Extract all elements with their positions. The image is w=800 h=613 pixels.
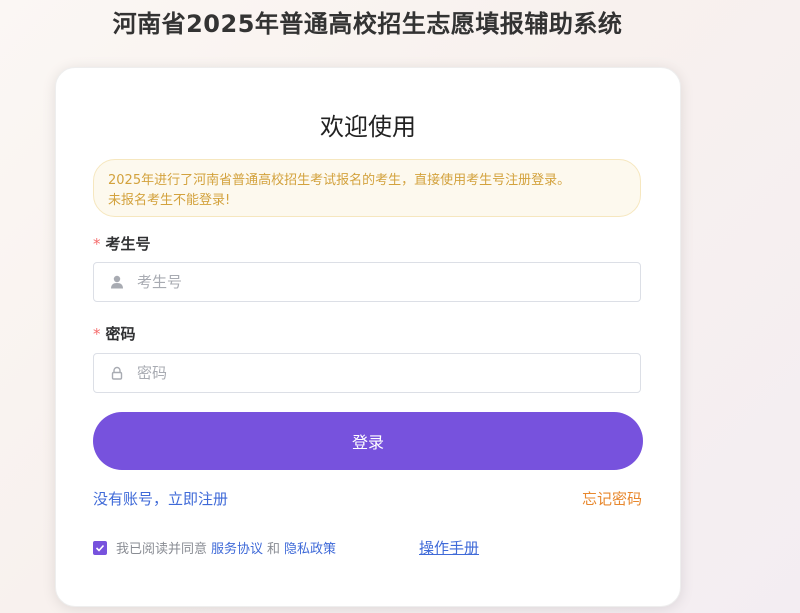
login-card: 欢迎使用 2025年进行了河南省普通高校招生考试报名的考生，直接使用考生号注册登…	[55, 67, 681, 607]
notice-line-1: 2025年进行了河南省普通高校招生考试报名的考生，直接使用考生号注册登录。	[108, 173, 571, 188]
login-button[interactable]: 登录	[93, 412, 643, 470]
privacy-policy-link[interactable]: 隐私政策	[284, 538, 336, 557]
exam-id-label: * 考生号	[93, 233, 151, 254]
password-label-text: 密码	[105, 325, 136, 343]
password-field[interactable]	[93, 353, 641, 393]
required-mark: *	[93, 235, 101, 253]
service-agreement-link[interactable]: 服务协议	[211, 538, 263, 557]
page-title: 河南省2025年普通高校招生志愿填报辅助系统	[112, 10, 623, 38]
manual-link[interactable]: 操作手册	[419, 537, 479, 558]
agreement-checkbox[interactable]	[93, 540, 107, 555]
exam-id-label-text: 考生号	[105, 235, 151, 253]
agreement-conjunction: 和	[267, 542, 281, 557]
notice-line-2: 未报名考生不能登录!	[108, 193, 231, 208]
exam-id-input[interactable]	[135, 272, 640, 292]
welcome-heading: 欢迎使用	[320, 113, 416, 141]
notice-alert: 2025年进行了河南省普通高校招生考试报名的考生，直接使用考生号注册登录。 未报…	[93, 159, 641, 217]
exam-id-field[interactable]	[93, 262, 641, 302]
lock-icon	[109, 365, 125, 381]
password-label: * 密码	[93, 323, 136, 344]
agreement-row: 我已阅读并同意 服务协议 和 隐私政策	[93, 538, 340, 557]
agreement-prefix: 我已阅读并同意	[116, 542, 208, 557]
required-mark: *	[93, 325, 101, 343]
register-link[interactable]: 没有账号，立即注册	[93, 488, 228, 509]
password-input[interactable]	[135, 363, 640, 383]
forgot-password-link[interactable]: 忘记密码	[582, 488, 642, 509]
user-icon	[109, 274, 125, 290]
check-icon	[95, 544, 105, 552]
